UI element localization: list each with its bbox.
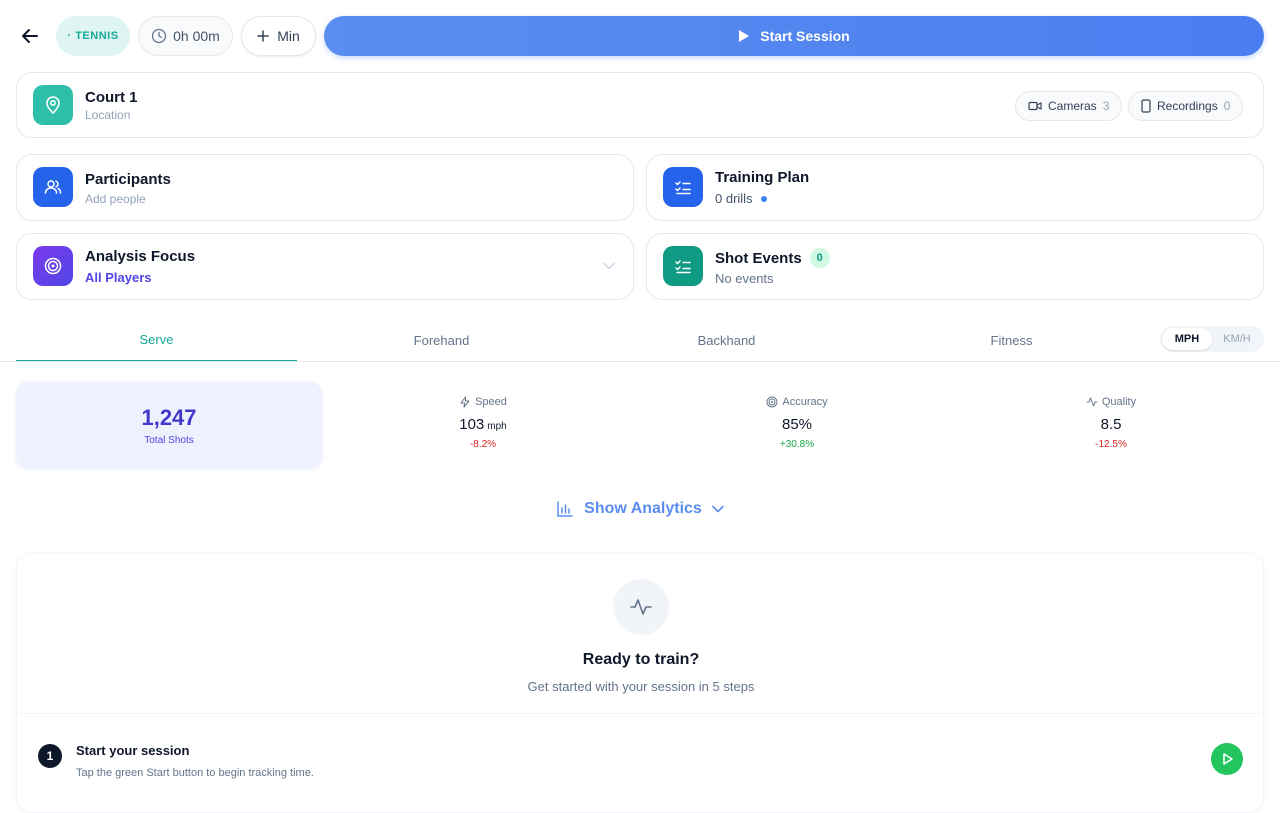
timer-value: 0h 00m — [173, 28, 220, 44]
status-dot — [760, 195, 767, 202]
step-title: Start your session — [76, 743, 190, 758]
analysis-focus-value: All Players — [85, 270, 152, 285]
start-session-button[interactable]: Start Session — [324, 16, 1264, 56]
shot-events-card[interactable]: Shot Events 0 No events — [646, 233, 1264, 300]
training-plan-drills-text: 0 drills — [715, 191, 753, 206]
analysis-focus-card[interactable]: Analysis Focus All Players — [16, 233, 634, 300]
speed-value-row: 103 mph — [459, 416, 506, 433]
cameras-label: Cameras — [1048, 99, 1097, 113]
training-plan-drills: 0 drills — [715, 191, 767, 206]
shot-events-badge: 0 — [809, 248, 830, 268]
unit-toggle[interactable]: MPH KM/H — [1160, 326, 1264, 352]
ready-title: Ready to train? — [582, 651, 700, 668]
accuracy-delta: +30.8% — [779, 439, 815, 450]
stroke-tabs: Serve Forehand Backhand Fitness — [16, 318, 1264, 362]
map-pin-icon — [46, 96, 60, 114]
timer-pill: 0h 00m — [138, 16, 233, 56]
quality-header: Quality — [1086, 394, 1136, 410]
clock-icon — [151, 28, 167, 44]
ready-divider — [17, 713, 1265, 714]
add-minutes-button[interactable]: Min — [241, 16, 316, 56]
total-shots-value: 1,247 — [141, 404, 197, 430]
cameras-chip[interactable]: Cameras 3 — [1015, 91, 1123, 121]
shot-events-icon-tile — [663, 246, 703, 286]
recordings-count: 0 — [1223, 99, 1231, 113]
step-number: 1 — [38, 744, 62, 768]
quality-value: 8.5 — [1100, 416, 1122, 433]
checklist-icon — [675, 260, 691, 274]
accuracy-metric: Accuracy 85% +30.8% — [717, 394, 877, 450]
start-session-label: Start Session — [760, 28, 850, 44]
chevron-down-icon — [712, 505, 724, 513]
users-icon — [44, 180, 62, 194]
target-icon — [44, 257, 62, 275]
unit-kmh-option[interactable]: KM/H — [1212, 328, 1262, 350]
chevron-down-icon — [603, 262, 615, 270]
show-analytics-label: Show Analytics — [584, 500, 702, 517]
speed-unit: mph — [487, 421, 507, 432]
step-play-button[interactable] — [1211, 743, 1243, 775]
recordings-label: Recordings — [1157, 99, 1218, 113]
sport-badge[interactable]: · TENNIS — [56, 16, 130, 56]
shot-events-title: Shot Events — [715, 249, 802, 267]
total-shots-card: 1,247 Total Shots — [16, 382, 322, 468]
lightning-icon — [460, 396, 470, 408]
accuracy-label: Accuracy — [782, 396, 828, 408]
sport-label: · TENNIS — [67, 30, 119, 42]
unit-mph-option[interactable]: MPH — [1162, 328, 1212, 350]
recordings-chip[interactable]: Recordings 0 — [1128, 91, 1244, 121]
play-icon — [739, 30, 750, 42]
back-button[interactable] — [14, 20, 46, 52]
video-camera-icon — [1028, 101, 1042, 111]
participants-card[interactable]: Participants Add people — [16, 154, 634, 221]
participants-title: Participants — [85, 171, 171, 188]
training-plan-icon-tile — [663, 167, 703, 207]
tab-fitness[interactable]: Fitness — [871, 318, 1152, 362]
cameras-count: 3 — [1102, 99, 1110, 113]
tab-backhand[interactable]: Backhand — [586, 318, 867, 362]
total-shots-label: Total Shots — [144, 434, 194, 446]
speed-delta: -8.2% — [469, 439, 497, 450]
activity-icon — [1086, 397, 1098, 407]
analysis-focus-title: Analysis Focus — [85, 248, 196, 265]
tab-serve[interactable]: Serve — [16, 318, 297, 362]
pulse-icon — [630, 599, 652, 615]
location-title: Court 1 — [85, 89, 138, 106]
ready-to-train-card: Ready to train? Get started with your se… — [16, 553, 1265, 813]
bar-chart-icon — [557, 501, 573, 517]
accuracy-value: 85% — [781, 416, 813, 433]
play-icon — [1223, 753, 1233, 765]
shot-events-heading: Shot Events 0 — [715, 248, 830, 268]
training-plan-card[interactable]: Training Plan 0 drills — [646, 154, 1264, 221]
location-subtitle: Location — [85, 108, 131, 122]
accuracy-header: Accuracy — [766, 394, 828, 410]
speed-label: Speed — [475, 396, 507, 408]
phone-icon — [1141, 99, 1151, 113]
speed-header: Speed — [459, 394, 507, 410]
pulse-icon-circle — [613, 579, 669, 635]
ready-subtitle: Get started with your session in 5 steps — [527, 679, 755, 694]
analysis-focus-icon-tile — [33, 246, 73, 286]
target-icon — [766, 396, 778, 408]
tab-forehand[interactable]: Forehand — [301, 318, 582, 362]
quality-delta: -12.5% — [1095, 439, 1127, 450]
training-plan-title: Training Plan — [715, 169, 810, 186]
quality-label: Quality — [1101, 396, 1137, 408]
checklist-icon — [675, 181, 691, 195]
step-description: Tap the green Start button to begin trac… — [76, 767, 314, 779]
location-card[interactable]: Court 1 Location Cameras 3 Recordings 0 — [16, 72, 1264, 138]
speed-metric: Speed 103 mph -8.2% — [403, 394, 563, 450]
plus-icon — [257, 30, 269, 42]
top-bar: · TENNIS 0h 00m Min Start Session — [0, 0, 1280, 72]
speed-value: 103 — [459, 416, 485, 433]
participants-subtitle: Add people — [85, 192, 146, 206]
participants-icon-tile — [33, 167, 73, 207]
quality-metric: Quality 8.5 -12.5% — [1031, 394, 1191, 450]
arrow-left-icon — [22, 29, 38, 43]
location-icon-tile — [33, 85, 73, 125]
min-label: Min — [277, 28, 300, 44]
shot-events-subtitle: No events — [715, 271, 774, 286]
show-analytics-button[interactable]: Show Analytics — [556, 494, 724, 524]
tabs-divider — [0, 361, 1280, 362]
